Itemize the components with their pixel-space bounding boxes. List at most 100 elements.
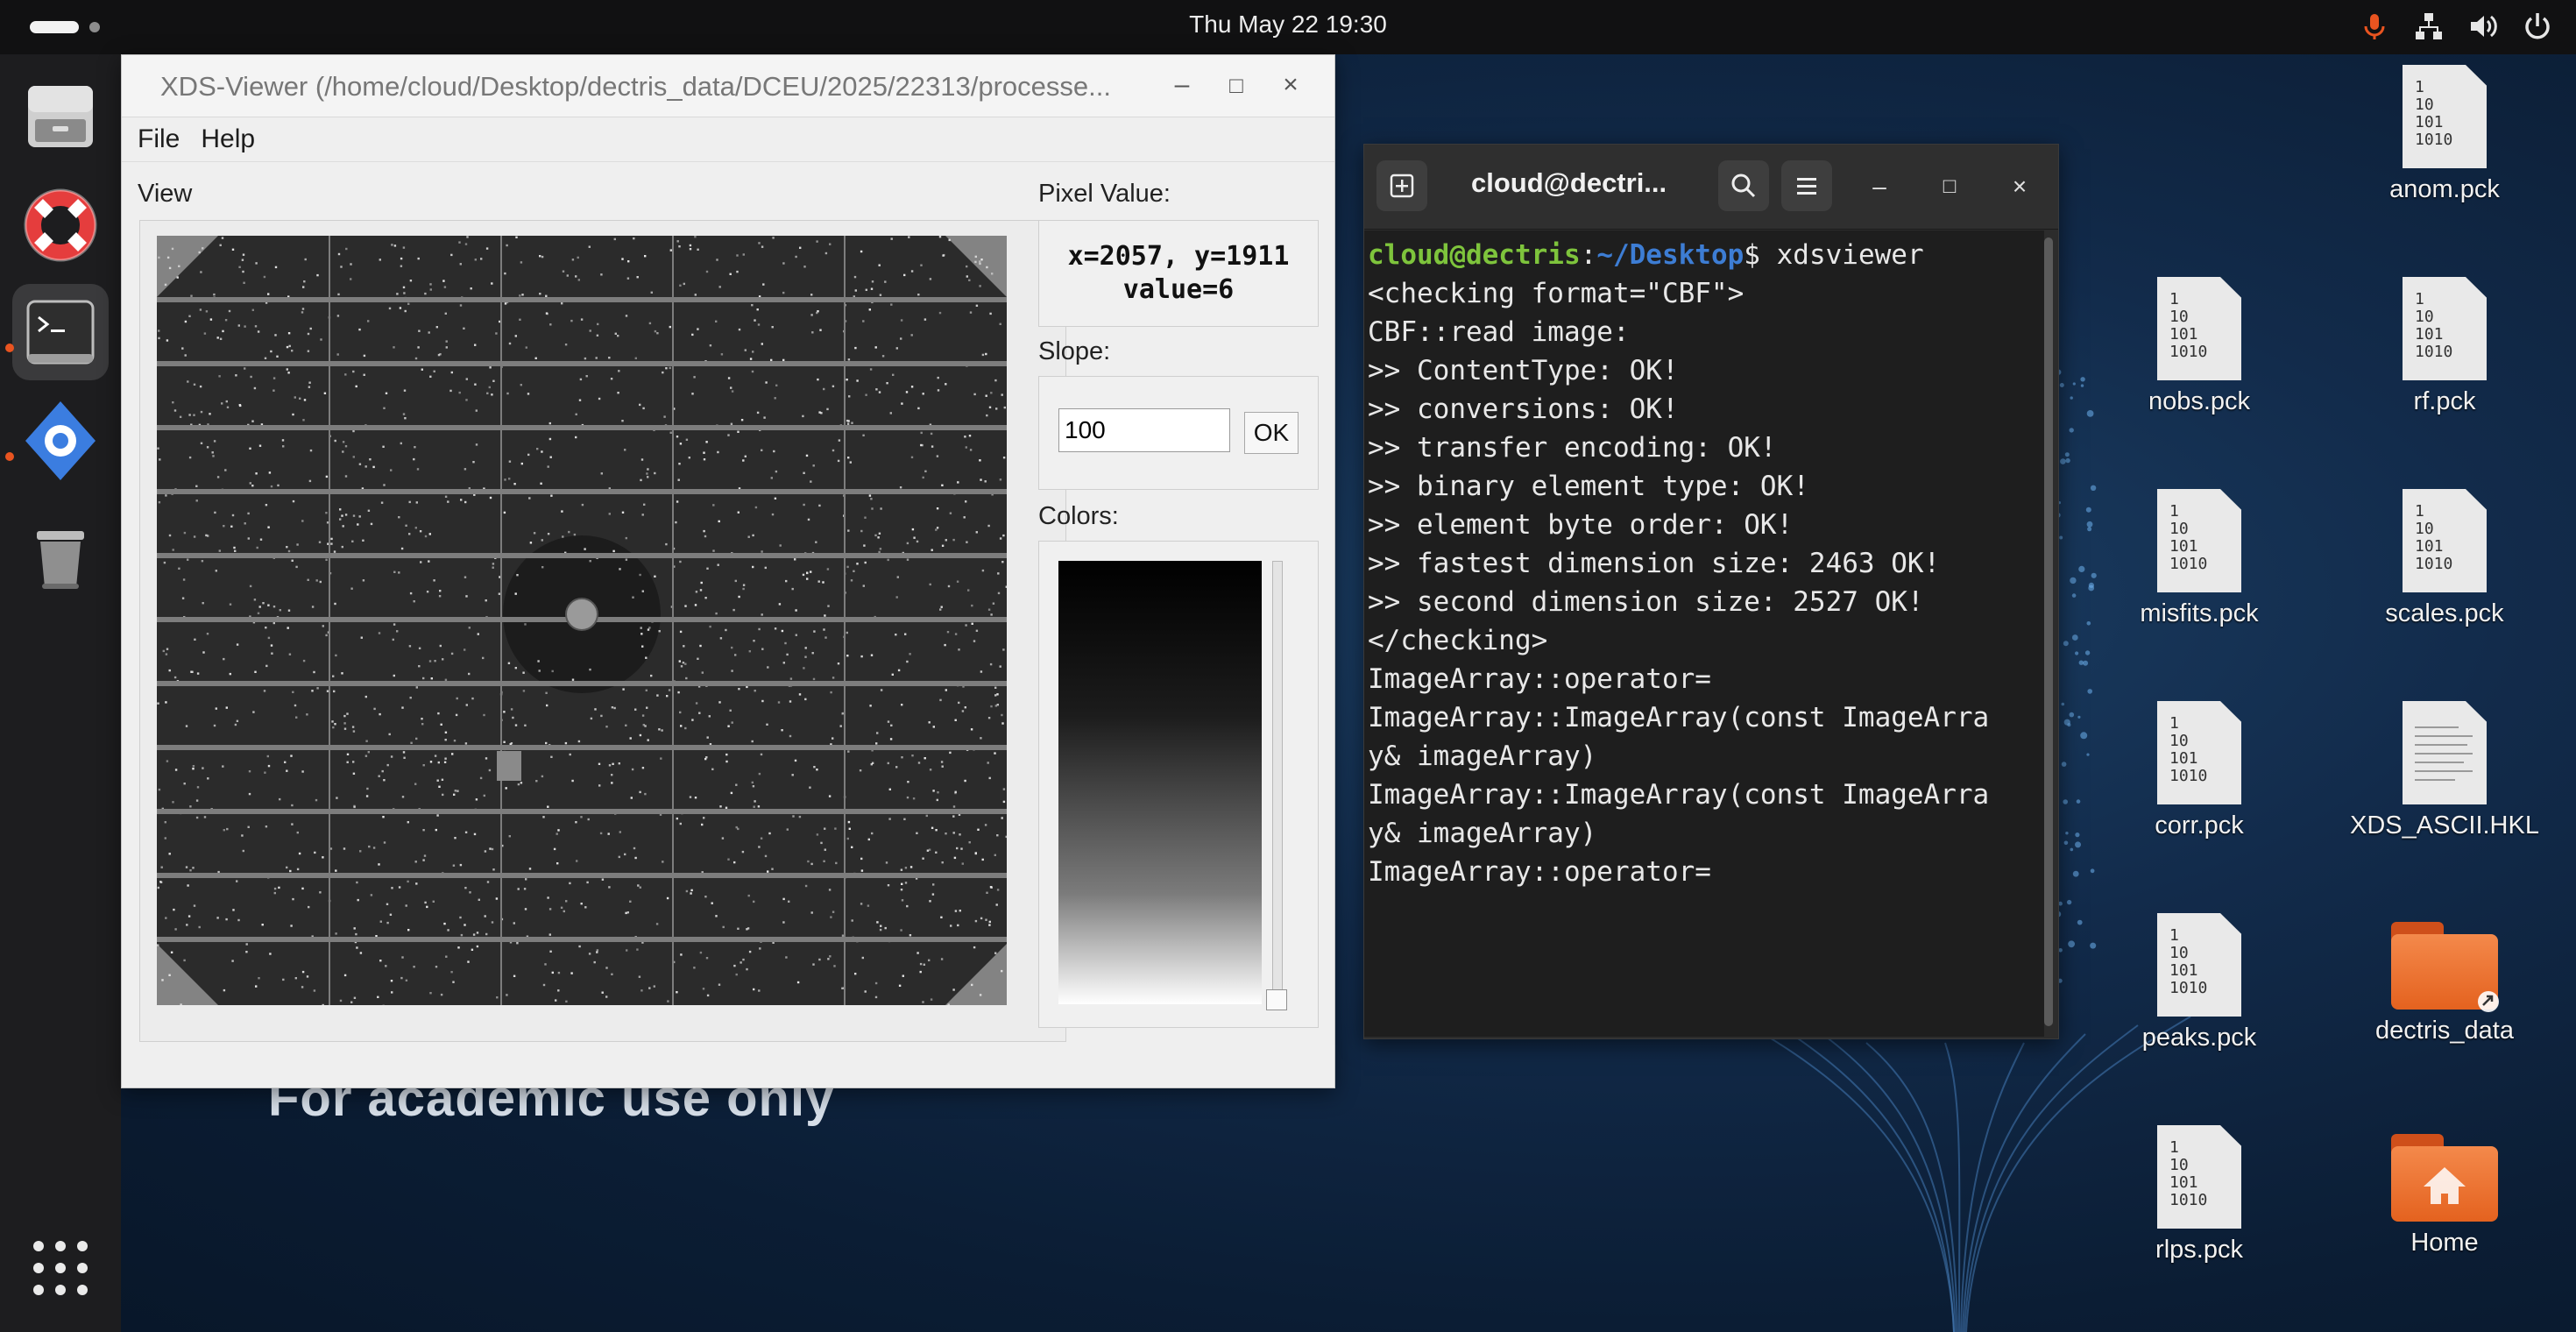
binary-file-icon: 1 10 101 1010 bbox=[2157, 913, 2241, 1017]
pixel-value-label: Pixel Value: bbox=[1038, 180, 1171, 208]
dock-terminal[interactable] bbox=[12, 284, 109, 380]
terminal-icon bbox=[26, 300, 95, 365]
terminal-headerbar[interactable]: cloud@dectri... – □ × bbox=[1364, 145, 2058, 230]
terminal-search-button[interactable] bbox=[1718, 160, 1769, 211]
dock-files[interactable] bbox=[12, 67, 109, 163]
terminal-close-button[interactable]: × bbox=[2002, 169, 2037, 204]
desktop-file-rlps[interactable]: 1 10 101 1010 rlps.pck bbox=[2094, 1125, 2304, 1265]
colors-box bbox=[1038, 541, 1319, 1028]
top-panel: Thu May 22 19:30 bbox=[0, 0, 2576, 54]
desktop-file-rf[interactable]: 1 10 101 1010 rf.pck bbox=[2339, 277, 2550, 416]
xds-window-title: XDS-Viewer (/home/cloud/Desktop/dectris_… bbox=[160, 71, 1111, 102]
network-icon[interactable] bbox=[2413, 11, 2445, 42]
binary-file-icon: 1 10 101 1010 bbox=[2157, 1125, 2241, 1229]
maximize-button[interactable]: □ bbox=[1219, 67, 1254, 103]
terminal-line: >> element byte order: OK! bbox=[1368, 509, 1794, 541]
colors-slider-handle[interactable] bbox=[1266, 989, 1287, 1010]
colors-label: Colors: bbox=[1038, 502, 1119, 530]
slope-input[interactable] bbox=[1058, 408, 1230, 452]
terminal-line: >> transfer encoding: OK! bbox=[1368, 432, 1777, 464]
prompt-user: cloud@dectris bbox=[1368, 239, 1581, 271]
menu-help[interactable]: Help bbox=[201, 124, 255, 154]
system-tray[interactable] bbox=[2359, 11, 2553, 42]
dock-trash[interactable] bbox=[12, 510, 109, 606]
show-apps-button[interactable] bbox=[12, 1220, 109, 1316]
desktop-icon-label: rlps.pck bbox=[2155, 1236, 2243, 1264]
prompt-path: ~/Desktop bbox=[1596, 239, 1744, 271]
terminal-menu-button[interactable] bbox=[1781, 160, 1832, 211]
folder-link-icon bbox=[2391, 922, 2499, 1012]
power-icon[interactable] bbox=[2522, 11, 2553, 42]
slope-label: Slope: bbox=[1038, 337, 1111, 365]
microphone-icon[interactable] bbox=[2359, 11, 2390, 42]
binary-file-icon: 1 10 101 1010 bbox=[2403, 277, 2487, 380]
terminal-line: CBF::read image: bbox=[1368, 316, 1630, 348]
dock bbox=[0, 54, 121, 1332]
terminal-text: cloud@dectris:~/Desktop$ xdsviewer <chec… bbox=[1364, 230, 2044, 891]
desktop-folder-home[interactable]: Home bbox=[2339, 1134, 2550, 1258]
desktop-icon-label: dectris_data bbox=[2375, 1017, 2514, 1045]
terminal-window[interactable]: cloud@dectri... – □ × cloud@dectris:~/De… bbox=[1363, 144, 2059, 1039]
terminal-maximize-button[interactable]: □ bbox=[1932, 169, 1967, 204]
pixel-coordinates: x=2057, y=1911 bbox=[1067, 241, 1290, 272]
file-cabinet-icon bbox=[28, 86, 93, 147]
desktop-file-scales[interactable]: 1 10 101 1010 scales.pck bbox=[2339, 489, 2550, 628]
terminal-command: xdsviewer bbox=[1759, 239, 1924, 271]
colors-slider[interactable] bbox=[1266, 561, 1287, 1010]
running-indicator bbox=[5, 452, 14, 461]
minimize-button[interactable]: – bbox=[1164, 67, 1200, 103]
terminal-line: >> fastest dimension size: 2463 OK! bbox=[1368, 548, 1941, 579]
terminal-line: >> ContentType: OK! bbox=[1368, 355, 1679, 386]
xds-titlebar[interactable]: XDS-Viewer (/home/cloud/Desktop/dectris_… bbox=[122, 55, 1334, 117]
volume-icon[interactable] bbox=[2467, 11, 2499, 42]
terminal-output[interactable]: cloud@dectris:~/Desktop$ xdsviewer <chec… bbox=[1364, 230, 2044, 1037]
xds-viewer-window[interactable]: XDS-Viewer (/home/cloud/Desktop/dectris_… bbox=[121, 54, 1335, 1088]
diffraction-image[interactable] bbox=[157, 236, 1007, 1005]
close-button[interactable]: × bbox=[1273, 67, 1308, 103]
desktop-icon-label: XDS_ASCII.HKL bbox=[2350, 811, 2539, 840]
new-tab-button[interactable] bbox=[1376, 160, 1427, 211]
desktop-folder-dectris-data[interactable]: dectris_data bbox=[2339, 922, 2550, 1045]
desktop-file-xds-ascii[interactable]: XDS_ASCII.HKL bbox=[2339, 701, 2550, 840]
terminal-line: ImageArray::operator= bbox=[1368, 663, 1711, 695]
dock-help[interactable] bbox=[12, 177, 109, 273]
desktop-file-corr[interactable]: 1 10 101 1010 corr.pck bbox=[2094, 701, 2304, 840]
terminal-line: y& imageArray) bbox=[1368, 818, 1597, 849]
apps-grid-icon bbox=[33, 1241, 88, 1295]
terminal-minimize-button[interactable]: – bbox=[1862, 169, 1897, 204]
menu-file[interactable]: File bbox=[138, 124, 180, 154]
desktop-icon-label: Home bbox=[2410, 1229, 2479, 1257]
terminal-scrollbar[interactable] bbox=[2044, 237, 2053, 1026]
terminal-line: ImageArray::ImageArray(const ImageArra bbox=[1368, 779, 1990, 811]
terminal-line: ImageArray::operator= bbox=[1368, 856, 1711, 888]
desktop-icon-label: anom.pck bbox=[2389, 175, 2500, 203]
dock-software[interactable] bbox=[12, 393, 109, 489]
binary-file-icon: 1 10 101 1010 bbox=[2157, 489, 2241, 592]
trash-icon bbox=[37, 531, 84, 589]
terminal-line: <checking format="CBF"> bbox=[1368, 278, 1744, 309]
pixel-value-box: x=2057, y=1911 value=6 bbox=[1038, 220, 1319, 327]
terminal-line: ImageArray::ImageArray(const ImageArra bbox=[1368, 702, 1990, 733]
desktop-icon-label: rf.pck bbox=[2413, 387, 2476, 415]
desktop-file-misfits[interactable]: 1 10 101 1010 misfits.pck bbox=[2094, 489, 2304, 628]
desktop-file-anom[interactable]: 1 10 101 1010 anom.pck bbox=[2339, 65, 2550, 204]
slope-box: OK bbox=[1038, 376, 1319, 490]
color-gradient bbox=[1058, 561, 1262, 1004]
desktop-icon-label: scales.pck bbox=[2385, 599, 2504, 627]
desktop-icon-label: corr.pck bbox=[2155, 811, 2244, 840]
binary-file-icon: 1 10 101 1010 bbox=[2157, 701, 2241, 804]
home-folder-icon bbox=[2391, 1134, 2498, 1222]
terminal-line: >> second dimension size: 2527 OK! bbox=[1368, 586, 1924, 618]
view-label: View bbox=[138, 180, 193, 208]
running-indicator bbox=[5, 344, 14, 352]
xds-menubar: File Help bbox=[122, 117, 1334, 162]
terminal-line: </checking> bbox=[1368, 625, 1548, 656]
new-tab-icon bbox=[1390, 174, 1414, 198]
clock[interactable]: Thu May 22 19:30 bbox=[0, 11, 2576, 39]
desktop-file-peaks[interactable]: 1 10 101 1010 peaks.pck bbox=[2094, 913, 2304, 1052]
hamburger-menu-icon bbox=[1797, 178, 1816, 195]
slope-ok-button[interactable]: OK bbox=[1244, 412, 1299, 454]
desktop-file-nobs[interactable]: 1 10 101 1010 nobs.pck bbox=[2094, 277, 2304, 416]
text-file-icon bbox=[2403, 701, 2487, 804]
lifebuoy-icon bbox=[24, 188, 97, 262]
